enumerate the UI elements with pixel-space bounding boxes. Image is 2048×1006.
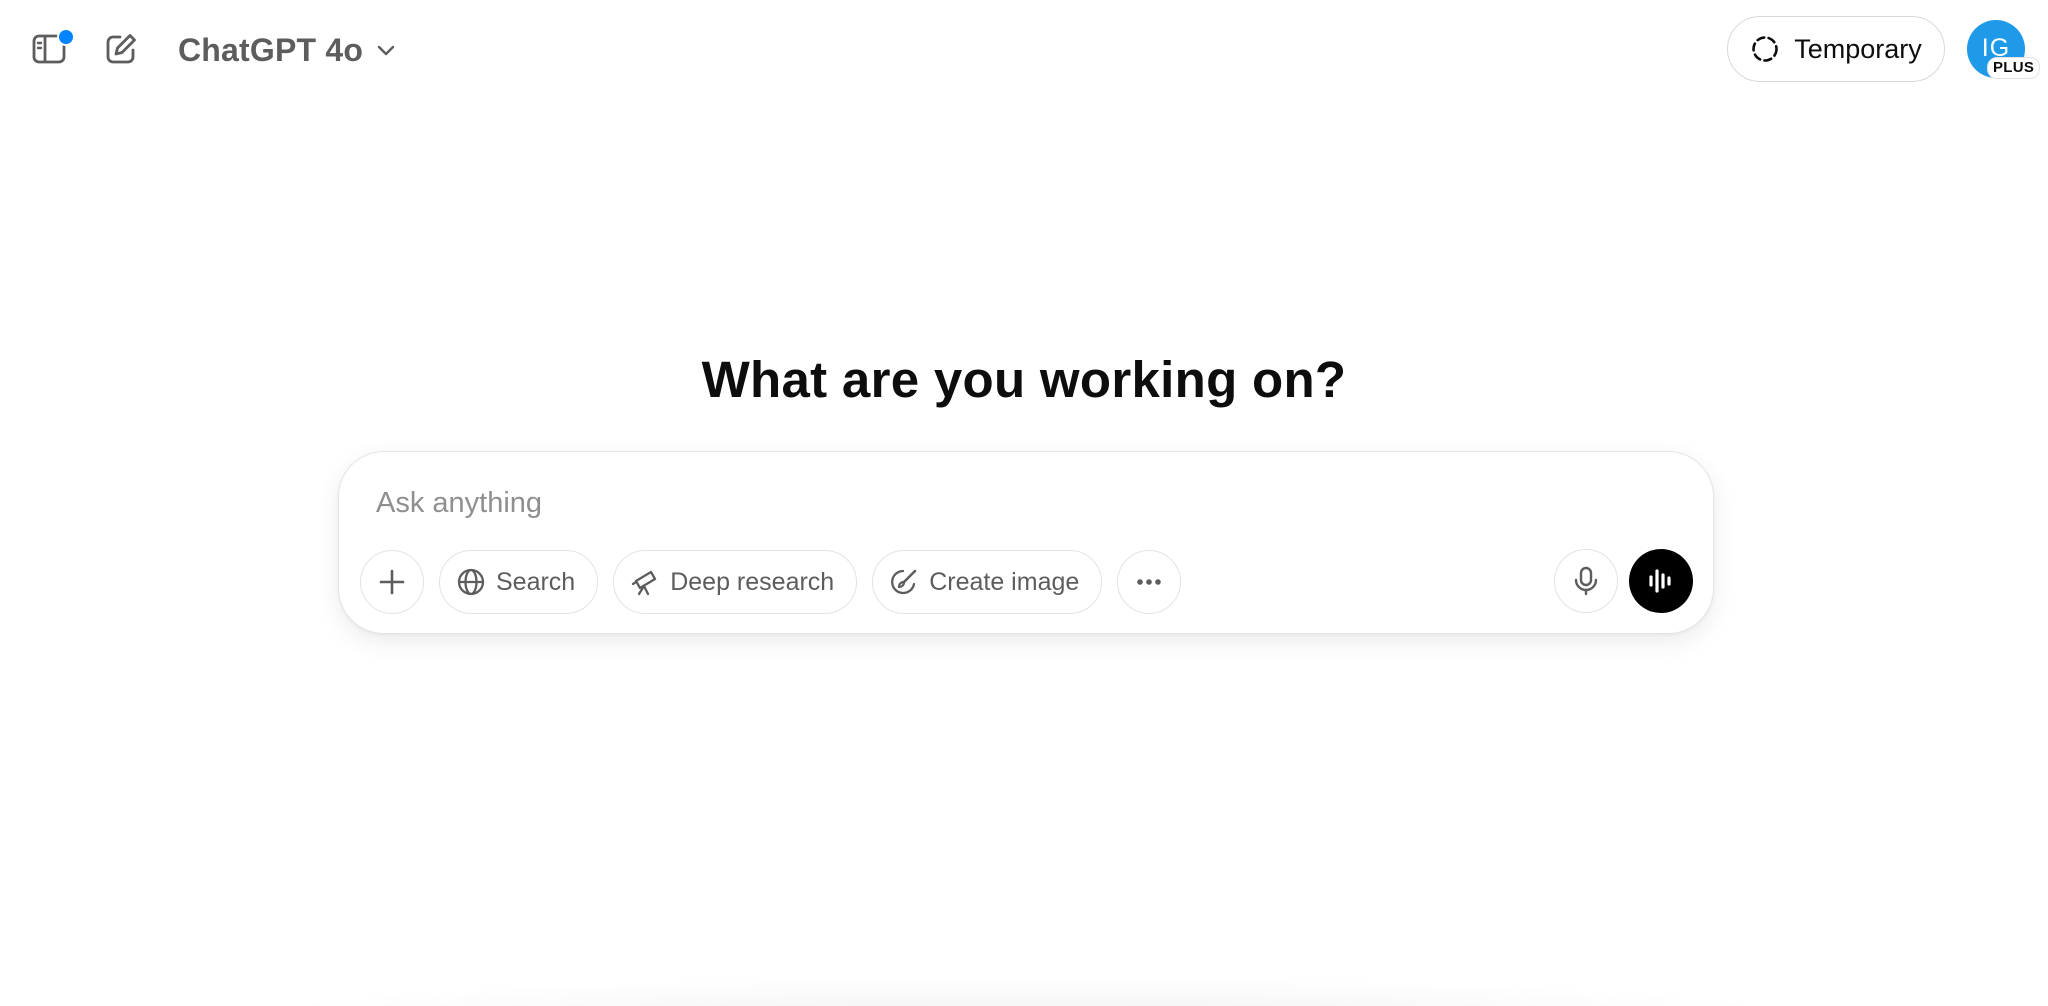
create-image-button[interactable]: Create image <box>872 550 1103 614</box>
plus-icon <box>379 569 405 595</box>
page-title: What are you working on? <box>701 351 1347 408</box>
plan-badge: PLUS <box>1987 57 2041 79</box>
globe-icon <box>457 568 485 596</box>
bottom-shadow <box>240 976 1810 1006</box>
chevron-down-icon <box>377 45 395 56</box>
dictate-button[interactable] <box>1554 549 1618 613</box>
new-chat-button[interactable] <box>93 21 149 77</box>
sidebar-toggle-button[interactable] <box>21 21 77 77</box>
deep-research-button[interactable]: Deep research <box>613 550 858 614</box>
dashed-circle-icon <box>1752 36 1779 62</box>
voice-mode-button[interactable] <box>1629 549 1693 613</box>
model-name: ChatGPT 4o <box>178 31 364 68</box>
temporary-chat-button[interactable]: Temporary <box>1727 16 1945 82</box>
composer-toolbar: Search Deep research Create image <box>360 549 1182 615</box>
model-selector[interactable]: ChatGPT 4o <box>168 22 407 78</box>
user-avatar[interactable]: IG PLUS <box>1967 20 2041 79</box>
attach-button[interactable] <box>360 550 424 614</box>
chatgpt-home: ChatGPT 4o Temporary IG PLUS What are yo… <box>0 0 2048 1006</box>
prompt-composer: Search Deep research Create image <box>338 451 1714 634</box>
deep-research-label: Deep research <box>670 567 835 596</box>
create-image-label: Create image <box>929 567 1080 596</box>
more-tools-button[interactable] <box>1117 550 1182 614</box>
temporary-label: Temporary <box>1794 33 1922 64</box>
notification-dot <box>57 28 75 46</box>
compose-icon <box>106 34 136 64</box>
microphone-icon <box>1574 566 1598 596</box>
search-label: Search <box>496 567 576 596</box>
paintbrush-icon <box>891 569 917 595</box>
search-button[interactable]: Search <box>439 550 599 614</box>
prompt-input[interactable] <box>372 480 1676 526</box>
ellipsis-icon <box>1137 579 1162 585</box>
voice-wave-icon <box>1649 569 1671 593</box>
telescope-icon <box>632 570 657 596</box>
top-bar: ChatGPT 4o Temporary IG PLUS <box>0 0 2048 100</box>
